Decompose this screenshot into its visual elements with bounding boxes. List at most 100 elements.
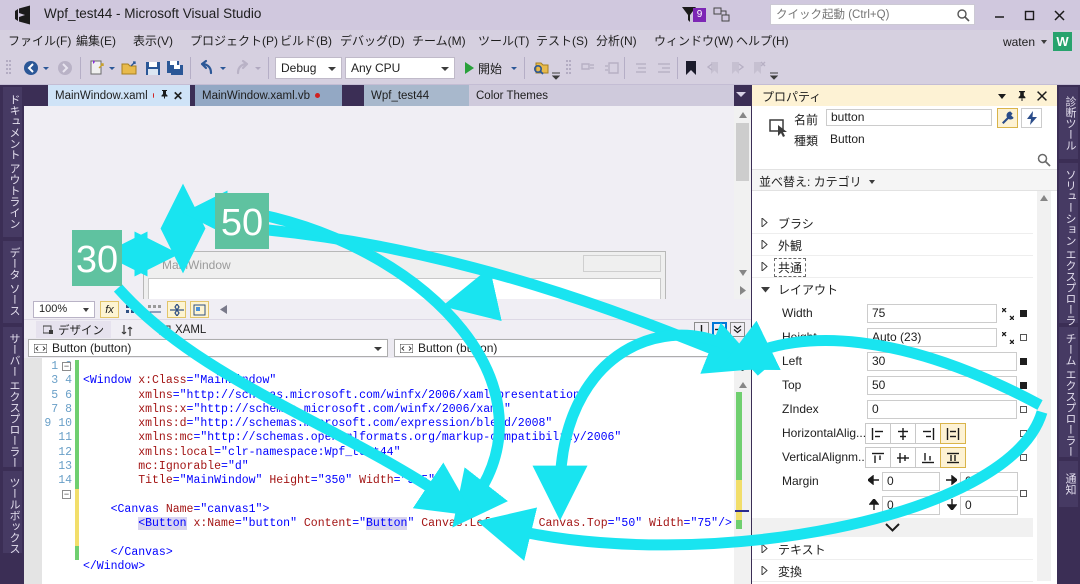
sidebar-item-diagnostic-tools[interactable]: 診断ツール	[1059, 87, 1078, 159]
toolbar-grip[interactable]	[6, 59, 11, 78]
undo-button[interactable]	[198, 57, 216, 79]
avatar[interactable]: W	[1053, 32, 1072, 51]
margin-top-input[interactable]: 0	[882, 496, 940, 515]
sidebar-item-notifications[interactable]: 通知	[1059, 461, 1078, 507]
menu-edit[interactable]: 編集(E)	[76, 32, 116, 49]
notification-badge[interactable]: 9	[693, 8, 706, 22]
sidebar-item-toolbox[interactable]: ツールボックス	[3, 471, 22, 554]
menu-window[interactable]: ウィンドウ(W)	[654, 32, 733, 49]
effects-fx-icon[interactable]: fx	[100, 301, 119, 318]
find-in-files-button[interactable]	[532, 57, 550, 79]
show-snap-icon[interactable]	[190, 301, 209, 318]
snap-grid-icon[interactable]	[123, 301, 142, 318]
solution-configuration-combo[interactable]: Debug	[275, 57, 342, 79]
snap-gridlines-icon[interactable]	[145, 301, 164, 318]
horizontal-split-icon[interactable]	[712, 322, 727, 337]
tab-mainwindow-xaml[interactable]: MainWindow.xaml ✕	[48, 85, 190, 106]
start-debug-label-wrap[interactable]: 開始	[478, 57, 502, 79]
start-debug-dropdown[interactable]	[510, 57, 518, 79]
navigate-back-button[interactable]	[22, 57, 40, 79]
tab-design-view[interactable]: デザイン	[36, 321, 111, 339]
chevron-down-icon[interactable]	[374, 347, 382, 351]
code-scroll-up-icon[interactable]	[734, 376, 751, 393]
maximize-button[interactable]	[1016, 4, 1042, 26]
tab-color-themes[interactable]: Color Themes	[469, 85, 734, 106]
sidebar-item-data-sources[interactable]: データ ソース	[3, 241, 22, 323]
close-icon[interactable]: ✕	[173, 89, 183, 103]
property-marker-icon[interactable]	[1020, 334, 1027, 341]
category-layout[interactable]: レイアウト	[752, 278, 1033, 300]
undo-dropdown[interactable]	[219, 57, 227, 79]
decrease-indent-icon[interactable]	[632, 57, 648, 79]
tab-wpf-test44[interactable]: Wpf_test44	[364, 85, 469, 106]
property-marker-icon[interactable]	[1020, 310, 1027, 317]
chevron-down-icon[interactable]	[328, 67, 336, 71]
menu-file[interactable]: ファイル(F)	[8, 32, 71, 49]
sidebar-item-team-explorer[interactable]: チーム エクスプローラー	[1059, 327, 1078, 457]
sidebar-item-document-outline[interactable]: ドキュメント アウトライン	[3, 87, 22, 237]
property-marker-icon[interactable]	[1020, 454, 1027, 461]
fold-toggle-window[interactable]: −	[62, 362, 71, 371]
snap-to-snaplines-icon[interactable]	[167, 301, 186, 318]
user-account-zone[interactable]: waten W	[1003, 32, 1072, 51]
advanced-options-icon[interactable]	[1002, 308, 1014, 320]
tab-xaml-view[interactable]: XAML	[152, 321, 213, 339]
valign-top-icon[interactable]	[865, 447, 891, 468]
chevron-down-icon[interactable]	[869, 180, 876, 184]
align-right-icon[interactable]	[915, 423, 941, 444]
uncomment-icon[interactable]	[604, 57, 620, 79]
element-name-input[interactable]: button	[826, 109, 992, 126]
scroll-down-icon[interactable]	[734, 264, 751, 281]
align-stretch-icon[interactable]	[940, 423, 966, 444]
category-brushes[interactable]: ブラシ	[752, 212, 1033, 234]
menu-analyze[interactable]: 分析(N)	[596, 32, 637, 49]
top-input[interactable]: 50	[867, 376, 1017, 395]
menu-team[interactable]: チーム(M)	[412, 32, 466, 49]
menu-debug[interactable]: デバッグ(D)	[340, 32, 405, 49]
chevron-down-icon[interactable]	[1041, 39, 1047, 44]
breadcrumb-right[interactable]: Button (button)	[394, 339, 734, 357]
property-search-box[interactable]	[752, 150, 1057, 170]
editor-split-handle[interactable]	[734, 358, 751, 374]
code-vertical-scrollbar[interactable]	[734, 358, 751, 584]
sidebar-item-solution-explorer[interactable]: ソリューション エクスプローラー	[1059, 163, 1078, 337]
valign-stretch-icon[interactable]	[940, 447, 966, 468]
fold-toggle-canvas[interactable]: −	[62, 490, 71, 499]
navigate-back-dropdown[interactable]	[42, 57, 50, 79]
properties-wrench-icon[interactable]	[997, 108, 1018, 128]
height-input[interactable]: Auto (23)	[867, 328, 997, 347]
toolbar-overflow-2[interactable]	[770, 65, 778, 87]
designer-vertical-scrollbar[interactable]	[734, 106, 751, 299]
close-icon[interactable]	[1034, 88, 1049, 103]
zoom-level-combo[interactable]: 100%	[33, 301, 95, 318]
start-debug-button[interactable]	[462, 57, 476, 79]
menu-tools[interactable]: ツール(T)	[478, 32, 529, 49]
xaml-code-editor[interactable]: 1 2 3 4 5 6 7 8 9 10 11 12 13 14 − − <Wi…	[24, 358, 751, 584]
category-text[interactable]: テキスト	[752, 538, 1033, 560]
scroll-right-icon[interactable]	[734, 282, 751, 299]
toolbar-grip-2[interactable]	[566, 59, 571, 78]
collapse-pane-icon[interactable]	[730, 322, 745, 337]
scroll-up-icon[interactable]	[1037, 191, 1051, 205]
menu-test[interactable]: テスト(S)	[536, 32, 588, 49]
width-input[interactable]: 75	[867, 304, 997, 323]
toolbar-overflow-1[interactable]	[552, 65, 560, 87]
navigate-forward-button[interactable]	[56, 57, 74, 79]
expand-more-properties-button[interactable]	[752, 518, 1033, 537]
breadcrumb-left[interactable]: Button (button)	[28, 339, 388, 357]
margin-right-input[interactable]: 0	[960, 472, 1018, 491]
prev-bookmark-icon[interactable]	[706, 57, 722, 79]
quick-launch-box[interactable]	[770, 4, 975, 25]
margin-left-input[interactable]: 0	[882, 472, 940, 491]
category-common[interactable]: 共通	[752, 256, 1033, 278]
property-marker-icon[interactable]	[1020, 358, 1027, 365]
pin-icon[interactable]	[1014, 88, 1029, 103]
save-button[interactable]	[144, 57, 162, 79]
bookmark-icon[interactable]	[684, 57, 698, 79]
new-item-dropdown[interactable]	[108, 57, 116, 79]
swap-panes-button[interactable]	[114, 321, 140, 339]
scrollbar-thumb[interactable]	[736, 123, 749, 181]
close-button[interactable]	[1046, 4, 1072, 26]
designer-toolbar-scroll-left-icon[interactable]	[214, 301, 233, 318]
category-transform[interactable]: 変換	[752, 560, 1033, 582]
